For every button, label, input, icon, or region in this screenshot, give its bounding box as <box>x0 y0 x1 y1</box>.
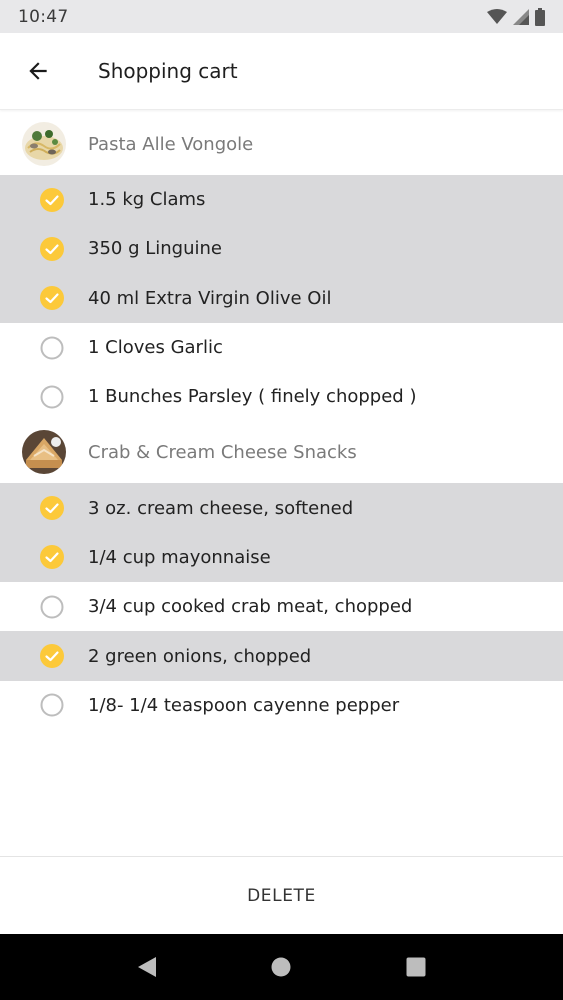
empty-circle-icon[interactable] <box>40 595 64 619</box>
recipe-header: Pasta Alle Vongole <box>0 113 563 175</box>
ingredient-label: 1.5 kg Clams <box>88 189 206 211</box>
empty-circle-icon[interactable] <box>40 693 64 717</box>
delete-button[interactable]: DELETE <box>227 876 336 916</box>
ingredient-row[interactable]: 350 g Linguine <box>0 224 563 274</box>
check-circle-icon[interactable] <box>40 236 64 261</box>
page-title: Shopping cart <box>98 59 238 83</box>
empty-circle-icon[interactable] <box>40 385 64 409</box>
recipe-thumbnail <box>22 430 66 475</box>
ingredient-row[interactable]: 3 oz. cream cheese, softened <box>0 483 563 533</box>
bottom-action-bar: DELETE <box>0 856 563 934</box>
recipe-name: Crab & Cream Cheese Snacks <box>88 441 357 463</box>
check-circle-icon[interactable] <box>40 286 64 311</box>
ingredient-row[interactable]: 2 green onions, chopped <box>0 631 563 681</box>
check-circle-icon[interactable] <box>40 545 64 570</box>
ingredient-label: 350 g Linguine <box>88 238 222 260</box>
check-circle-icon[interactable] <box>40 496 64 521</box>
ingredient-label: 3 oz. cream cheese, softened <box>88 497 354 519</box>
nav-back-button[interactable] <box>127 947 167 987</box>
recipe-thumbnail <box>22 122 66 166</box>
ingredient-label: 1/8- 1/4 teaspoon cayenne pepper <box>88 694 400 716</box>
arrow-left-icon <box>29 62 47 80</box>
ingredient-label: 3/4 cup cooked crab meat, chopped <box>88 596 413 618</box>
system-nav-bar <box>0 934 563 1000</box>
shopping-list: Pasta Alle Vongole 1.5 kg Clams 350 g Li… <box>0 113 563 730</box>
ingredient-row[interactable]: 1/8- 1/4 teaspoon cayenne pepper <box>0 680 563 730</box>
back-button[interactable] <box>0 33 76 110</box>
empty-circle-icon[interactable] <box>40 336 64 360</box>
ingredient-row[interactable]: 1 Cloves Garlic <box>0 322 563 373</box>
battery-icon <box>535 7 545 26</box>
ingredient-row[interactable]: 1.5 kg Clams <box>0 175 563 225</box>
nav-home-button[interactable] <box>261 947 301 987</box>
status-time: 10:47 <box>18 6 69 27</box>
check-circle-icon[interactable] <box>40 187 64 212</box>
ingredient-label: 1/4 cup mayonnaise <box>88 546 271 568</box>
ingredient-row[interactable]: 1/4 cup mayonnaise <box>0 532 563 583</box>
status-bar: 10:47 <box>0 0 563 33</box>
ingredient-row[interactable]: 3/4 cup cooked crab meat, chopped <box>0 582 563 632</box>
check-circle-icon[interactable] <box>40 644 64 669</box>
recipe-name: Pasta Alle Vongole <box>88 133 254 155</box>
ingredient-row[interactable]: 1 Bunches Parsley ( finely chopped ) <box>0 372 563 422</box>
ingredient-row[interactable]: 40 ml Extra Virgin Olive Oil <box>0 273 563 323</box>
ingredient-label: 2 green onions, chopped <box>88 645 312 667</box>
signal-icon <box>513 8 529 25</box>
square-recents-icon <box>406 957 426 977</box>
nav-recents-button[interactable] <box>396 947 436 987</box>
ingredient-label: 40 ml Extra Virgin Olive Oil <box>88 287 332 309</box>
recipe-header: Crab & Cream Cheese Snacks <box>0 421 563 484</box>
app-bar: Shopping cart <box>0 33 563 110</box>
triangle-back-icon <box>138 957 157 977</box>
circle-home-icon <box>271 957 291 977</box>
wifi-icon <box>487 8 507 24</box>
status-icons <box>487 7 545 26</box>
ingredient-label: 1 Bunches Parsley ( finely chopped ) <box>88 386 417 408</box>
ingredient-label: 1 Cloves Garlic <box>88 337 223 359</box>
